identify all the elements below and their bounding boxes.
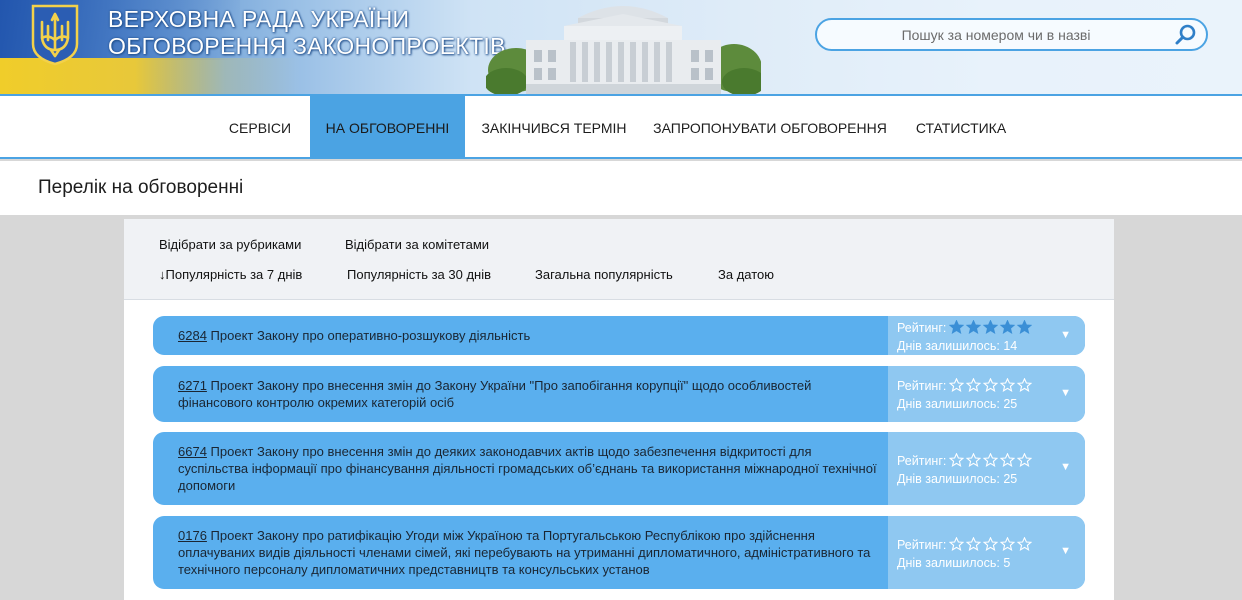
bill-title: Проект Закону про оперативно-розшукову д… xyxy=(210,328,531,343)
search-icon[interactable] xyxy=(1174,23,1198,47)
days-left-label: Днів залишилось: xyxy=(897,397,1000,411)
rating-stars[interactable] xyxy=(949,453,1034,470)
search-input[interactable] xyxy=(831,20,1161,49)
sort-by-date[interactable]: За датою xyxy=(718,267,774,282)
site-title: ВЕРХОВНА РАДА УКРАЇНИ ОБГОВОРЕННЯ ЗАКОНО… xyxy=(108,6,506,60)
nav-item-expired[interactable]: ЗАКІНЧИВСЯ ТЕРМІН xyxy=(465,96,643,157)
expand-arrow-icon[interactable]: ▼ xyxy=(1060,329,1071,341)
rating-stars[interactable] xyxy=(949,537,1034,554)
days-left-label: Днів залишилось: xyxy=(897,339,1000,353)
star-icon[interactable] xyxy=(1017,320,1033,334)
star-icon[interactable] xyxy=(966,320,982,334)
rating-row: Рейтинг: xyxy=(897,453,1034,470)
nav-item-services[interactable]: СЕРВІСИ xyxy=(210,96,310,157)
days-left-row: Днів залишилось: 14 xyxy=(897,339,1017,353)
star-icon[interactable] xyxy=(1017,378,1033,392)
content-panel: Відібрати за рубриками Відібрати за комі… xyxy=(124,219,1114,600)
coat-of-arms-icon[interactable] xyxy=(30,4,80,66)
bill-number-link[interactable]: 6674 xyxy=(178,444,207,459)
star-icon[interactable] xyxy=(983,453,999,467)
days-left-value: 5 xyxy=(1003,556,1011,570)
expand-arrow-icon[interactable]: ▼ xyxy=(1060,545,1071,557)
bill-text: 6674 Проект Закону про внесення змін до … xyxy=(178,443,878,494)
site-title-line2: ОБГОВОРЕННЯ ЗАКОНОПРОЕКТІВ xyxy=(108,33,506,59)
bill-meta: Рейтинг: Днів залишилось: 25 ▼ xyxy=(888,366,1085,422)
rating-label: Рейтинг: xyxy=(897,538,947,552)
rating-stars[interactable] xyxy=(949,320,1034,337)
star-icon[interactable] xyxy=(966,537,982,551)
star-icon[interactable] xyxy=(949,320,965,334)
days-left-row: Днів залишилось: 5 xyxy=(897,556,1010,570)
days-left-row: Днів залишилось: 25 xyxy=(897,397,1017,411)
bill-item[interactable]: 6271 Проект Закону про внесення змін до … xyxy=(153,366,1085,422)
sort-popular-total[interactable]: Загальна популярність xyxy=(535,267,673,282)
nav-item-propose-discussion[interactable]: ЗАПРОПОНУВАТИ ОБГОВОРЕННЯ xyxy=(643,96,897,157)
sort-popular-30-days[interactable]: Популярність за 30 днів xyxy=(347,267,491,282)
days-left-value: 14 xyxy=(1003,339,1018,353)
star-icon[interactable] xyxy=(966,378,982,392)
days-left-value: 25 xyxy=(1003,397,1018,411)
days-left-row: Днів залишилось: 25 xyxy=(897,472,1017,486)
star-icon[interactable] xyxy=(1000,537,1016,551)
sort-popular-7-days[interactable]: ↓Популярність за 7 днів xyxy=(159,267,302,282)
bill-text: 6284 Проект Закону про оперативно-розшук… xyxy=(178,327,878,344)
days-left-value: 25 xyxy=(1003,472,1018,486)
star-icon[interactable] xyxy=(1000,453,1016,467)
star-icon[interactable] xyxy=(966,453,982,467)
page-heading-bar: Перелік на обговоренні xyxy=(0,161,1242,215)
star-icon[interactable] xyxy=(949,453,965,467)
star-icon[interactable] xyxy=(983,537,999,551)
star-icon[interactable] xyxy=(983,378,999,392)
bill-text: 6271 Проект Закону про внесення змін до … xyxy=(178,377,878,411)
main-nav: СЕРВІСИ НА ОБГОВОРЕННІ ЗАКІНЧИВСЯ ТЕРМІН… xyxy=(0,96,1242,159)
site-header: ВЕРХОВНА РАДА УКРАЇНИ ОБГОВОРЕННЯ ЗАКОНО… xyxy=(0,0,1242,96)
bill-item[interactable]: 0176 Проект Закону про ратифікацію Угоди… xyxy=(153,516,1085,589)
rating-row: Рейтинг: xyxy=(897,537,1034,554)
star-icon[interactable] xyxy=(1017,537,1033,551)
nav-item-statistics[interactable]: СТАТИСТИКА xyxy=(897,96,1025,157)
nav-item-on-discussion[interactable]: НА ОБГОВОРЕННІ xyxy=(310,96,465,157)
site-title-line1: ВЕРХОВНА РАДА УКРАЇНИ xyxy=(108,6,410,32)
page-title: Перелік на обговоренні xyxy=(38,177,244,198)
bill-number-link[interactable]: 0176 xyxy=(178,528,207,543)
rating-label: Рейтинг: xyxy=(897,454,947,468)
days-left-label: Днів залишилось: xyxy=(897,556,1000,570)
star-icon[interactable] xyxy=(1000,320,1016,334)
rating-row: Рейтинг: xyxy=(897,378,1034,395)
bill-item[interactable]: 6674 Проект Закону про внесення змін до … xyxy=(153,432,1085,505)
bill-meta: Рейтинг: Днів залишилось: 5 ▼ xyxy=(888,516,1085,589)
bill-text: 0176 Проект Закону про ратифікацію Угоди… xyxy=(178,527,878,578)
rating-row: Рейтинг: xyxy=(897,320,1034,337)
bill-number-link[interactable]: 6284 xyxy=(178,328,207,343)
bill-number-link[interactable]: 6271 xyxy=(178,378,207,393)
rating-stars[interactable] xyxy=(949,378,1034,395)
bill-title: Проект Закону про ратифікацію Угоди між … xyxy=(178,528,871,577)
filter-by-committees[interactable]: Відібрати за комітетами xyxy=(345,237,489,252)
bill-meta: Рейтинг: Днів залишилось: 25 ▼ xyxy=(888,432,1085,505)
rating-label: Рейтинг: xyxy=(897,379,947,393)
star-icon[interactable] xyxy=(983,320,999,334)
star-icon[interactable] xyxy=(1000,378,1016,392)
rating-label: Рейтинг: xyxy=(897,321,947,335)
expand-arrow-icon[interactable]: ▼ xyxy=(1060,387,1071,399)
bill-title: Проект Закону про внесення змін до деяки… xyxy=(178,444,877,493)
search-box xyxy=(815,18,1208,51)
star-icon[interactable] xyxy=(949,378,965,392)
filter-by-rubrics[interactable]: Відібрати за рубриками xyxy=(159,237,301,252)
bill-title: Проект Закону про внесення змін до Закон… xyxy=(178,378,812,410)
expand-arrow-icon[interactable]: ▼ xyxy=(1060,461,1071,473)
parliament-building-image xyxy=(486,6,761,94)
bill-item[interactable]: 6284 Проект Закону про оперативно-розшук… xyxy=(153,316,1085,355)
star-icon[interactable] xyxy=(1017,453,1033,467)
bill-meta: Рейтинг: Днів залишилось: 14 ▼ xyxy=(888,316,1085,355)
star-icon[interactable] xyxy=(949,537,965,551)
days-left-label: Днів залишилось: xyxy=(897,472,1000,486)
filter-bar: Відібрати за рубриками Відібрати за комі… xyxy=(124,219,1114,300)
